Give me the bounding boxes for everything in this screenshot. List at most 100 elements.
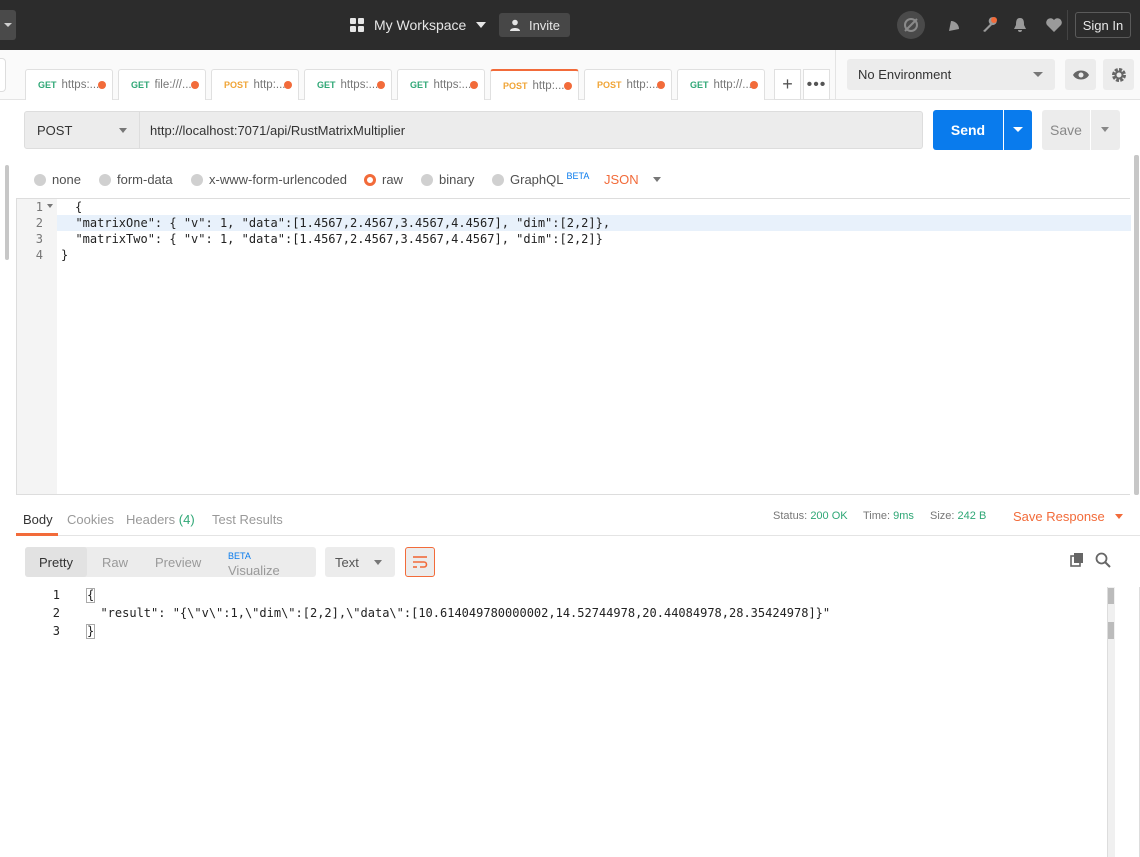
tab-method: GET [317,80,336,90]
tab-url: http://... [713,79,752,91]
response-tab-cookies[interactable]: Cookies [67,512,114,527]
satellite-icon[interactable] [943,13,967,37]
new-tab-button[interactable]: + [774,69,801,100]
send-options-button[interactable] [1004,110,1032,150]
beta-badge: BETA [228,551,251,561]
radio-label: binary [439,172,475,187]
wrap-lines-button[interactable] [405,547,435,577]
workspace-selector[interactable]: My Workspace [350,12,487,38]
scrollbar-thumb[interactable] [1108,622,1114,639]
view-raw[interactable]: Raw [102,555,128,570]
request-tab[interactable]: GET file:///... [118,69,206,100]
request-tab[interactable]: GET https:... [25,69,113,100]
person-add-icon [509,19,520,31]
request-body-editor[interactable]: 1 2 3 4 { "matrixOne": { "v": 1, "data":… [16,198,1131,495]
url-input[interactable]: http://localhost:7071/api/RustMatrixMult… [140,111,923,149]
request-tab-active[interactable]: POST http:... [490,69,579,100]
body-type-none[interactable]: none [34,172,81,187]
tab-method: GET [38,80,57,90]
size-value: 242 B [957,510,987,522]
fold-caret-icon[interactable] [47,204,53,208]
body-type-form-data[interactable]: form-data [99,172,173,187]
status-info: Status: 200 OK [773,510,848,522]
response-view-bar: Pretty Raw Preview Visualize BETA Text [16,537,1140,587]
code-line: "matrixTwo": { "v": 1, "data":[1.4567,2.… [61,232,603,246]
caret-down-icon [476,22,487,28]
request-tab[interactable]: POST http:... [584,69,672,100]
collapsed-panel-edge[interactable] [0,58,6,92]
body-type-raw[interactable]: raw [364,172,403,187]
bell-icon[interactable] [1008,13,1032,37]
unsaved-dot-icon [191,81,199,89]
request-tab[interactable]: POST http:... [211,69,299,100]
grid-icon [350,18,364,32]
tab-method: POST [224,80,249,90]
send-button[interactable]: Send [933,110,1003,150]
response-tab-test-results[interactable]: Test Results [212,512,283,527]
caret-down-icon [652,177,661,182]
format-label: JSON [604,172,639,187]
caret-down-icon [1114,514,1123,519]
code-line: "result": "{\"v\":1,\"dim\":[2,2],\"data… [86,606,831,620]
radio-label: GraphQL [510,172,564,187]
line-number: 2 [52,606,60,620]
copy-icon[interactable] [1069,552,1085,568]
save-response-button[interactable]: Save Response [1013,509,1123,524]
plus-icon: + [782,74,793,94]
save-options-button[interactable] [1091,110,1120,150]
left-scrollbar[interactable] [5,165,9,260]
request-bar: POST http://localhost:7071/api/RustMatri… [0,100,1140,160]
body-type-binary[interactable]: binary [421,172,474,187]
raw-format-select[interactable]: JSON [604,172,661,187]
environment-quick-look-button[interactable] [1065,59,1096,90]
manage-environments-button[interactable] [1103,59,1134,90]
beta-badge: BETA [566,170,590,181]
body-type-urlencoded[interactable]: x-www-form-urlencoded [191,172,347,187]
view-visualize[interactable]: Visualize BETA [228,551,280,578]
unsaved-dot-icon [98,81,106,89]
unsaved-dot-icon [657,81,665,89]
response-format-select[interactable]: Text [325,547,395,577]
environment-bar: No Environment [835,50,1140,100]
tab-method: GET [131,80,150,90]
tab-url: https:... [61,79,100,91]
radio-label: form-data [117,172,173,187]
response-tab-body[interactable]: Body [23,512,53,527]
time-label: Time: [863,510,891,522]
response-body[interactable]: 1 2 3 { "result": "{\"v\":1,\"dim\":[2,2… [16,587,1140,857]
divider [1067,10,1068,40]
view-preview[interactable]: Preview [155,555,201,570]
heart-icon[interactable] [1042,13,1066,37]
search-icon[interactable] [1095,552,1111,568]
request-tab[interactable]: GET http://... [677,69,765,100]
body-type-graphql[interactable]: GraphQL BETA [492,170,590,187]
radio-icon [421,173,433,186]
caret-down-icon [1033,72,1043,77]
tab-method: POST [597,80,622,90]
line-number: 1 [52,588,60,602]
view-pretty[interactable]: Pretty [39,555,73,570]
sign-in-button[interactable]: Sign In [1075,12,1131,38]
tab-method: GET [690,80,709,90]
method-select[interactable]: POST [24,111,140,149]
time-info: Time: 9ms [863,510,914,522]
request-tab[interactable]: GET https:... [304,69,392,100]
response-tab-headers[interactable]: Headers (4) [126,512,195,527]
line-number: 3 [52,624,60,638]
radio-icon [34,173,46,186]
save-button[interactable]: Save [1042,110,1090,150]
visualize-label: Visualize [228,563,280,578]
more-tabs-button[interactable]: ••• [803,69,830,100]
radio-label: raw [382,172,403,187]
right-scrollbar[interactable] [1134,155,1139,495]
sidebar-toggle[interactable] [0,10,16,40]
wrench-icon[interactable] [977,13,1001,37]
gear-icon [1111,67,1126,82]
sync-off-icon[interactable] [897,11,925,39]
environment-select[interactable]: No Environment [847,59,1055,90]
unsaved-dot-icon [564,82,572,90]
size-info: Size: 242 B [930,510,986,522]
request-tab[interactable]: GET https:... [397,69,485,100]
invite-button[interactable]: Invite [499,13,570,37]
caret-down-icon [1013,127,1023,132]
